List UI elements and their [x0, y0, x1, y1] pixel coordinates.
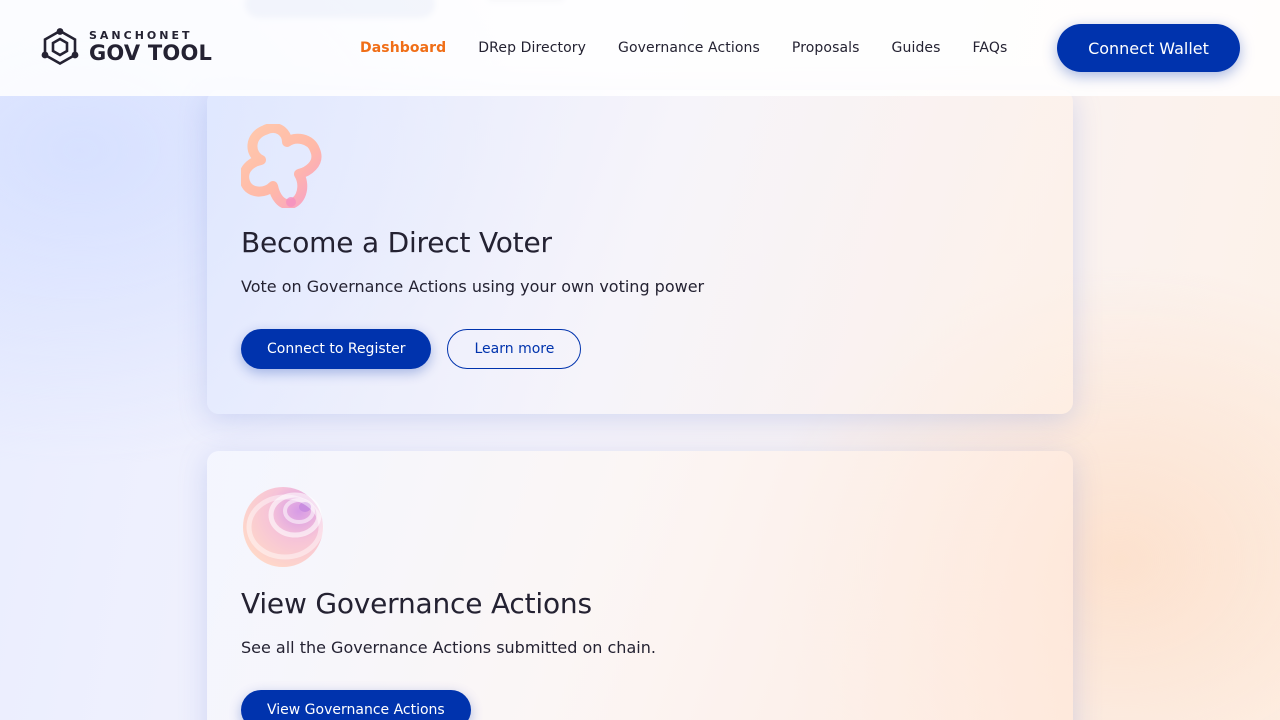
star-shape-illustration [241, 124, 322, 208]
direct-voter-card: Become a Direct Voter Vote on Governance… [207, 90, 1073, 414]
view-governance-actions-card: View Governance Actions See all the Gove… [207, 451, 1073, 720]
connect-to-register-button[interactable]: Connect to Register [241, 329, 432, 369]
nav-dashboard[interactable]: Dashboard [360, 40, 446, 56]
nav-drep-directory[interactable]: DRep Directory [478, 40, 586, 56]
logo-product-name: GOV TOOL [89, 41, 213, 65]
govtool-hexagon-icon [41, 28, 79, 65]
govtool-logo[interactable]: SANCHONET GOV TOOL [40, 28, 212, 66]
main-nav: Dashboard DRep Directory Governance Acti… [360, 0, 1007, 96]
logo-network-label: SANCHONET [89, 29, 193, 42]
nav-faqs[interactable]: FAQs [973, 40, 1008, 56]
nav-proposals[interactable]: Proposals [792, 40, 860, 56]
card-title: View Governance Actions [241, 587, 592, 620]
card-description: Vote on Governance Actions using your ow… [241, 277, 705, 296]
nav-guides[interactable]: Guides [892, 40, 941, 56]
top-header: SANCHONET GOV TOOL Dashboard DRep Direct… [0, 0, 1280, 96]
nav-governance-actions[interactable]: Governance Actions [618, 40, 760, 56]
card-description: See all the Governance Actions submitted… [241, 638, 656, 657]
connect-wallet-button[interactable]: Connect Wallet [1057, 24, 1240, 72]
sphere-illustration [243, 487, 324, 567]
learn-more-button[interactable]: Learn more [447, 329, 582, 369]
card-actions: View Governance Actions [241, 690, 1039, 720]
card-actions: Connect to Register Learn more [241, 329, 1039, 369]
view-governance-actions-button[interactable]: View Governance Actions [241, 690, 471, 720]
card-title: Become a Direct Voter [241, 226, 552, 259]
logo-text: SANCHONET GOV TOOL [89, 30, 212, 64]
